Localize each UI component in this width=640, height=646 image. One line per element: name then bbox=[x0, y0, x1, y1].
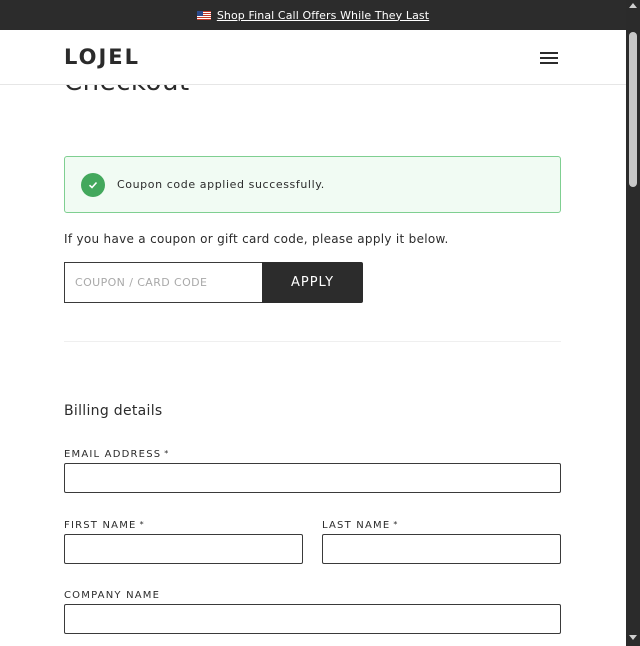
scrollbar[interactable] bbox=[626, 0, 640, 646]
last-name-label: LAST NAME * bbox=[322, 520, 399, 531]
last-name-field[interactable] bbox=[322, 534, 561, 564]
scroll-up-arrow-icon[interactable] bbox=[629, 3, 637, 8]
coupon-input[interactable] bbox=[64, 262, 263, 303]
billing-title: Billing details bbox=[64, 403, 163, 419]
first-name-label: FIRST NAME * bbox=[64, 520, 145, 531]
first-name-field[interactable] bbox=[64, 534, 303, 564]
logo[interactable]: LOJEL bbox=[64, 45, 140, 69]
divider bbox=[64, 341, 561, 342]
announcement-bar: Shop Final Call Offers While They Last bbox=[0, 0, 626, 30]
email-label: EMAIL ADDRESS * bbox=[64, 449, 170, 460]
company-field[interactable] bbox=[64, 604, 561, 634]
announcement-link[interactable]: Shop Final Call Offers While They Last bbox=[196, 8, 430, 22]
coupon-hint: If you have a coupon or gift card code, … bbox=[64, 232, 449, 246]
site-header: LOJEL bbox=[0, 30, 626, 85]
announcement-text: Shop Final Call Offers While They Last bbox=[216, 8, 430, 22]
check-circle-icon bbox=[81, 172, 105, 197]
company-label: COMPANY NAME bbox=[64, 590, 161, 601]
page-title: Checkout bbox=[64, 85, 190, 97]
us-flag-icon bbox=[196, 10, 211, 20]
notice-message: Coupon code applied successfully. bbox=[117, 178, 325, 191]
success-notice: Coupon code applied successfully. bbox=[64, 156, 561, 213]
email-field[interactable] bbox=[64, 463, 561, 493]
checkout-content: Checkout Coupon code applied successfull… bbox=[0, 85, 626, 646]
scroll-down-arrow-icon[interactable] bbox=[629, 635, 637, 640]
hamburger-menu-icon[interactable] bbox=[540, 52, 558, 66]
apply-button[interactable]: APPLY bbox=[262, 262, 363, 303]
scroll-thumb[interactable] bbox=[629, 32, 637, 187]
